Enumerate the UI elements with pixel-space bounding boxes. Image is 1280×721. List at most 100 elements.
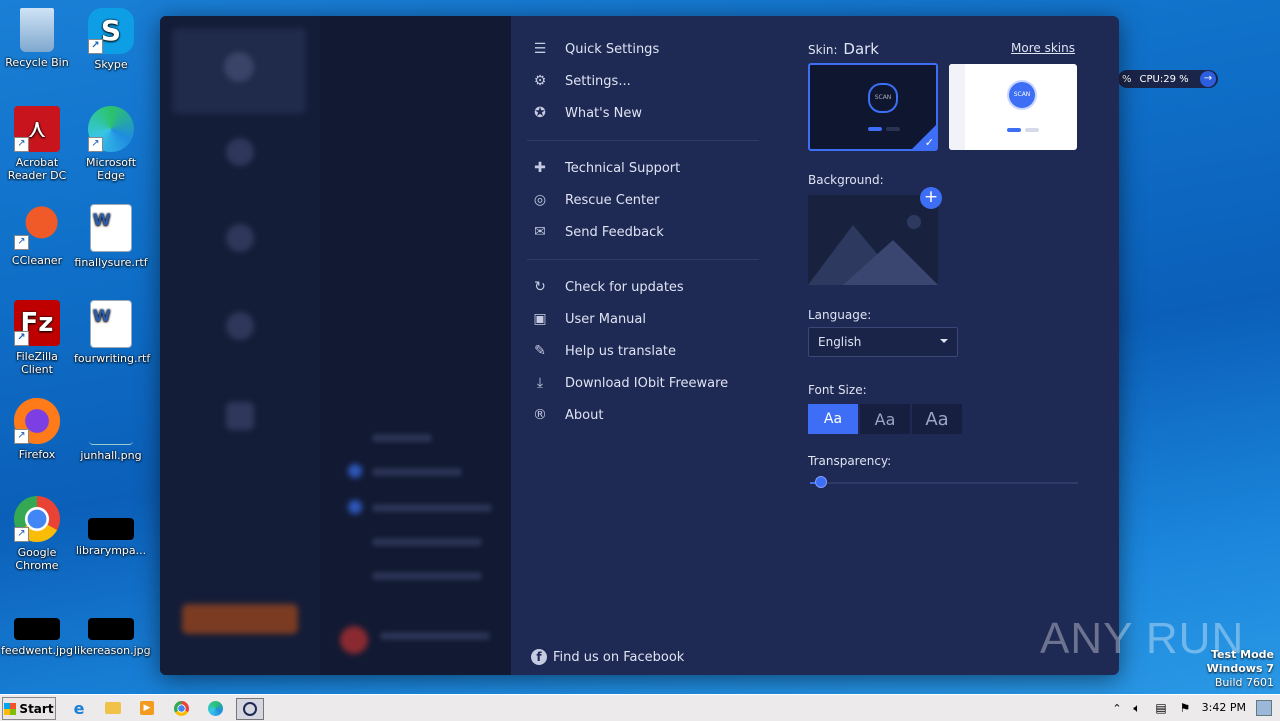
menu-divider [527, 259, 759, 260]
test-mode-text: Test Mode Windows 7 Build 7601 [1206, 648, 1274, 689]
chrome-taskbar-icon[interactable] [170, 698, 192, 718]
facebook-icon: f [531, 649, 547, 665]
flag-icon[interactable]: ⚑ [1174, 698, 1196, 718]
transparency-slider-handle[interactable] [814, 476, 827, 488]
menu-item-help-translate[interactable]: ✎ Help us translate [531, 340, 676, 362]
font-size-medium-button[interactable]: Aa [860, 404, 910, 434]
more-skins-link[interactable]: More skins [1011, 41, 1075, 55]
cpu-value: CPU:29 % [1139, 73, 1189, 85]
book-icon: ▣ [533, 311, 547, 327]
skin-light-thumbnail[interactable]: SCAN [949, 64, 1077, 150]
transparency-label: Transparency: [808, 454, 892, 468]
skin-value: Dark [843, 40, 879, 58]
image-file-icon [88, 518, 134, 540]
skype-icon: S ↗ [88, 8, 134, 54]
blurred-sidebar [160, 16, 320, 675]
font-size-large-button[interactable]: Aa [912, 404, 962, 434]
star-icon: ✪ [534, 105, 546, 121]
ccleaner-icon: ↗ [14, 204, 60, 250]
acrobat-icon: ⋏ ↗ [14, 106, 60, 152]
skin-dark-thumbnail[interactable]: SCAN ✓ [808, 63, 938, 151]
desktop-icon-firefox[interactable]: ↗ Firefox [0, 398, 74, 461]
image-placeholder-icon [808, 215, 938, 285]
gear-icon: ⚙ [533, 73, 547, 89]
windows-logo-icon [4, 702, 17, 715]
cpu-prefix: % [1122, 73, 1132, 85]
image-file-icon [89, 398, 133, 445]
desktop-icon-finallysure[interactable]: W finallysure.rtf [74, 204, 148, 269]
menu-item-technical-support[interactable]: ✚ Technical Support [531, 157, 680, 179]
add-background-button[interactable]: + [920, 187, 942, 209]
desktop-icon-acrobat[interactable]: ⋏ ↗ Acrobat Reader DC [0, 106, 74, 182]
desktop-icon-recycle-bin[interactable]: Recycle Bin [0, 8, 74, 69]
image-file-icon [88, 618, 134, 640]
network-icon[interactable]: ▤ [1150, 698, 1172, 718]
menu-item-user-manual[interactable]: ▣ User Manual [531, 308, 646, 330]
support-icon: ✚ [534, 160, 546, 176]
background-picker[interactable] [808, 195, 938, 285]
cpu-widget: % CPU:29 % → [1118, 70, 1218, 88]
taskbar: Start e ▶ ⌃ 🔈︎ ▤ ⚑ 3:42 PM [0, 694, 1280, 721]
document-icon: W [90, 204, 132, 252]
menu-item-settings[interactable]: ⚙ Settings... [531, 70, 631, 92]
media-player-taskbar-icon[interactable]: ▶ [136, 698, 158, 718]
desktop-icon-junhall[interactable]: junhall.png [74, 398, 148, 462]
explorer-taskbar-icon[interactable] [102, 698, 124, 718]
menu-item-rescue-center[interactable]: ◎ Rescue Center [531, 189, 660, 211]
skin-label: Skin: [808, 43, 838, 57]
iobit-taskbar-icon[interactable] [236, 698, 264, 720]
blurred-main-panel [160, 16, 511, 675]
tray-expand-icon[interactable]: ⌃ [1106, 698, 1128, 718]
desktop-icon-fourwriting[interactable]: W fourwriting.rtf [74, 300, 150, 365]
font-size-label: Font Size: [808, 383, 867, 397]
font-size-small-button[interactable]: Aa [808, 404, 858, 434]
menu-item-check-updates[interactable]: ↻ Check for updates [531, 276, 684, 298]
desktop-icon-librarympa[interactable]: librarympa... [74, 496, 148, 557]
volume-icon[interactable]: 🔈︎ [1126, 698, 1148, 718]
edge-icon: ↗ [88, 106, 134, 152]
desktop-icon-ccleaner[interactable]: ↗ CCleaner [0, 204, 74, 267]
refresh-icon: ↻ [534, 279, 546, 295]
pencil-icon: ✎ [534, 343, 546, 359]
edge-taskbar-icon[interactable] [204, 698, 226, 718]
main-menu-panel: ☰ Quick Settings ⚙ Settings... ✪ What's … [511, 16, 1119, 675]
menu-item-about[interactable]: ® About [531, 404, 603, 426]
firefox-icon: ↗ [14, 398, 60, 444]
menu-item-download-freeware[interactable]: ⤓ Download IObit Freeware [531, 372, 728, 394]
recycle-bin-icon [20, 8, 54, 52]
desktop-icon-edge[interactable]: ↗ Microsoft Edge [74, 106, 148, 182]
arrow-right-icon[interactable]: → [1200, 71, 1216, 87]
caret-down-icon [940, 339, 948, 343]
download-icon: ⤓ [536, 375, 544, 391]
desktop-icon-feedwent[interactable]: feedwent.jpg [0, 596, 74, 657]
scan-circle: SCAN [1007, 80, 1037, 110]
menu-item-send-feedback[interactable]: ✉ Send Feedback [531, 221, 664, 243]
menu-item-whats-new[interactable]: ✪ What's New [531, 102, 642, 124]
background-label: Background: [808, 173, 884, 187]
language-label: Language: [808, 308, 872, 322]
transparency-slider[interactable] [810, 476, 1078, 488]
desktop-icon-filezilla[interactable]: Fz ↗ FileZilla Client [0, 300, 74, 376]
iobit-app-window: ☰ Quick Settings ⚙ Settings... ✪ What's … [160, 16, 1119, 675]
menu-divider [527, 140, 759, 141]
lifebuoy-icon: ◎ [533, 192, 547, 208]
scan-circle: SCAN [868, 83, 898, 113]
toggle-icon: ☰ [533, 41, 547, 57]
start-button[interactable]: Start [2, 697, 56, 720]
facebook-link[interactable]: f Find us on Facebook [531, 646, 684, 668]
image-file-icon [14, 618, 60, 640]
language-select[interactable]: English [808, 327, 958, 357]
filezilla-icon: Fz ↗ [14, 300, 60, 346]
ie-taskbar-icon[interactable]: e [68, 698, 90, 718]
registered-icon: ® [533, 407, 547, 423]
clock[interactable]: 3:42 PM [1202, 701, 1246, 714]
chrome-icon: ↗ [14, 496, 60, 542]
desktop-icon-chrome[interactable]: ↗ Google Chrome [0, 496, 74, 572]
mail-icon: ✉ [534, 224, 546, 240]
skin-label-row: Skin: Dark [808, 40, 879, 58]
desktop-icon-likereason[interactable]: likereason.jpg [74, 596, 151, 657]
document-icon: W [90, 300, 132, 348]
menu-item-quick-settings[interactable]: ☰ Quick Settings [531, 38, 660, 60]
show-desktop-button[interactable] [1256, 700, 1272, 716]
desktop-icon-skype[interactable]: S ↗ Skype [74, 8, 148, 71]
